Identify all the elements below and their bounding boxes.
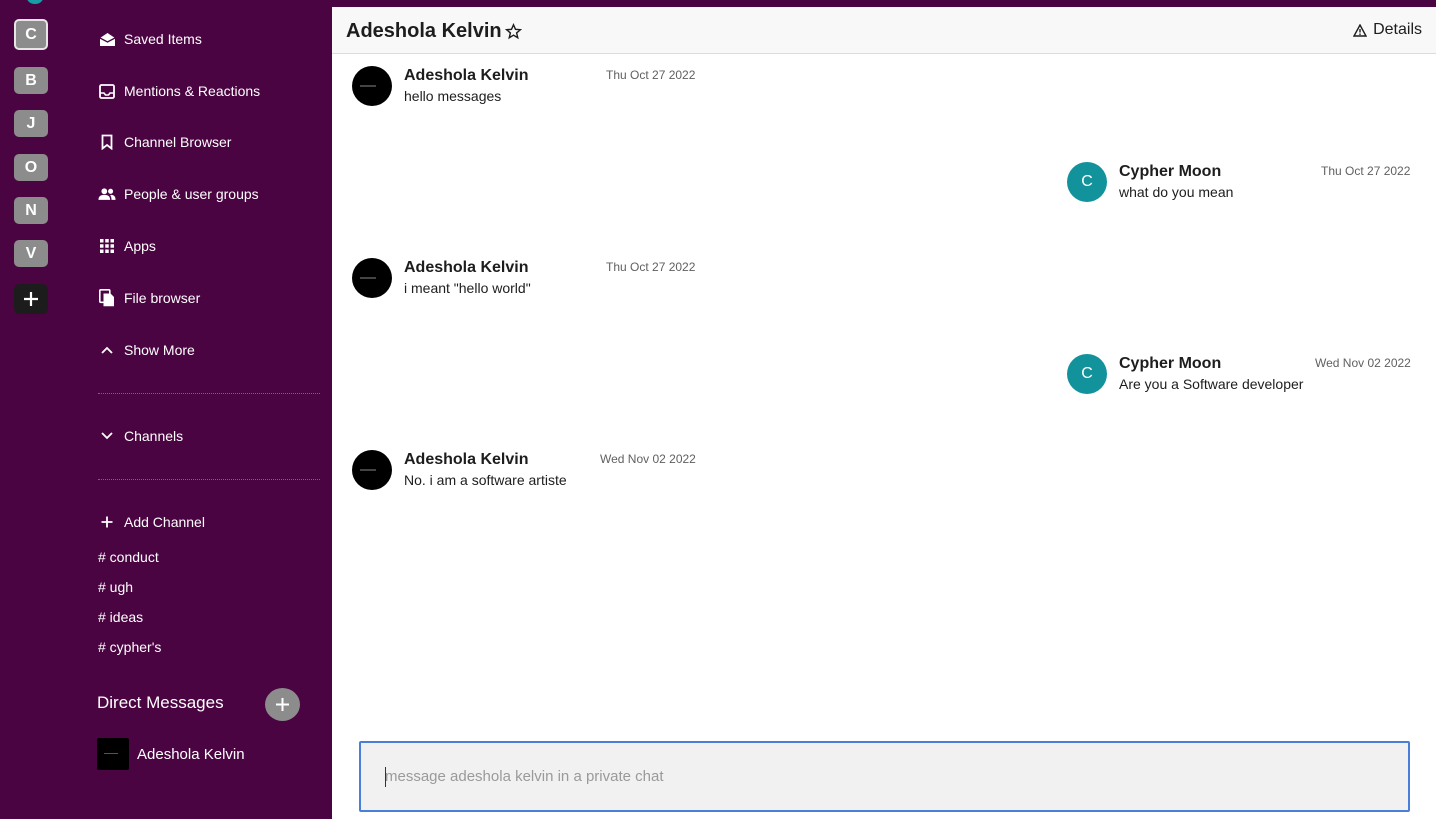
- text-caret: [385, 767, 386, 787]
- add-workspace-button[interactable]: [14, 284, 48, 314]
- apps-grid-icon: [98, 237, 116, 255]
- message-item: Adeshola Kelvin hello messages Thu Oct 2…: [352, 66, 695, 106]
- message-text: hello messages: [404, 88, 502, 104]
- plus-icon: [276, 698, 289, 711]
- message-timestamp: Thu Oct 27 2022: [1321, 164, 1411, 178]
- avatar: [352, 450, 392, 490]
- sidebar-item-label: Apps: [124, 238, 156, 254]
- message-item: Adeshola Kelvin No. i am a software arti…: [352, 450, 696, 490]
- star-icon[interactable]: [504, 23, 522, 40]
- workspace-v[interactable]: V: [14, 240, 48, 267]
- direct-messages-heading: Direct Messages: [97, 693, 224, 712]
- message-author: Cypher Moon: [1119, 355, 1222, 372]
- message-body: Cypher Moon what do you mean Thu Oct 27 …: [1119, 162, 1410, 200]
- message-body: Adeshola Kelvin hello messages Thu Oct 2…: [404, 66, 695, 104]
- workspace-indicator: [27, 0, 43, 4]
- workspace-c[interactable]: C: [14, 19, 48, 50]
- page-title: Adeshola Kelvin: [346, 20, 522, 43]
- add-direct-message-button[interactable]: [265, 688, 300, 721]
- message-timestamp: Wed Nov 02 2022: [1315, 356, 1411, 370]
- workspace-b[interactable]: B: [14, 67, 48, 94]
- sidebar-item-mentions[interactable]: Mentions & Reactions: [98, 79, 260, 103]
- sidebar-divider: [98, 479, 320, 480]
- chevron-up-icon: [98, 341, 116, 359]
- avatar: [352, 258, 392, 298]
- channel-conduct[interactable]: # conduct: [98, 549, 159, 565]
- message-body: Adeshola Kelvin No. i am a software arti…: [404, 450, 696, 488]
- message-item: Adeshola Kelvin i meant "hello world" Th…: [352, 258, 695, 298]
- sidebar-item-label: People & user groups: [124, 186, 259, 202]
- sidebar-divider: [98, 393, 320, 394]
- message-text: i meant "hello world": [404, 280, 531, 296]
- avatar: C: [1067, 162, 1107, 202]
- dm-item-adeshola-kelvin[interactable]: Adeshola Kelvin: [97, 738, 245, 770]
- message-timestamp: Wed Nov 02 2022: [600, 452, 696, 466]
- chat-title: Adeshola Kelvin: [346, 20, 502, 42]
- sidebar-item-channel-browser[interactable]: Channel Browser: [98, 130, 231, 154]
- channel-cyphers[interactable]: # cypher's: [98, 639, 161, 655]
- message-timestamp: Thu Oct 27 2022: [606, 68, 696, 82]
- dm-user-name: Adeshola Kelvin: [137, 745, 245, 763]
- envelope-open-icon: [98, 30, 116, 48]
- workspace-o[interactable]: O: [14, 154, 48, 181]
- inbox-icon: [98, 82, 116, 100]
- show-more-toggle[interactable]: Show More: [98, 338, 195, 362]
- details-label: Details: [1373, 21, 1422, 38]
- add-channel-button[interactable]: Add Channel: [98, 510, 205, 534]
- message-text: Are you a Software developer: [1119, 376, 1304, 392]
- message-author: Adeshola Kelvin: [404, 259, 529, 276]
- chat-header: Adeshola Kelvin Details: [332, 7, 1436, 54]
- sidebar-item-label: Saved Items: [124, 31, 202, 47]
- workspace-n[interactable]: N: [14, 197, 48, 224]
- avatar: [97, 738, 129, 770]
- add-channel-label: Add Channel: [124, 514, 205, 530]
- sidebar-item-label: Show More: [124, 342, 195, 358]
- message-author: Cypher Moon: [1119, 163, 1222, 180]
- plus-icon: [24, 292, 38, 306]
- top-strip: [332, 0, 1436, 7]
- channel-ugh[interactable]: # ugh: [98, 579, 133, 595]
- details-button[interactable]: Details: [1353, 21, 1422, 39]
- sidebar: Saved Items Mentions & Reactions Channel…: [62, 0, 332, 819]
- message-composer[interactable]: [359, 741, 1410, 812]
- message-input[interactable]: [385, 768, 1285, 785]
- bookmark-icon: [98, 133, 116, 151]
- message-author: Adeshola Kelvin: [404, 451, 529, 468]
- plus-icon: [98, 513, 116, 531]
- sidebar-item-saved-items[interactable]: Saved Items: [98, 27, 202, 51]
- sidebar-item-apps[interactable]: Apps: [98, 234, 156, 258]
- message-author: Adeshola Kelvin: [404, 67, 529, 84]
- workspace-rail: C B J O N V: [0, 0, 62, 819]
- chevron-down-icon: [98, 427, 116, 445]
- sidebar-item-label: File browser: [124, 290, 201, 306]
- message-timestamp: Thu Oct 27 2022: [606, 260, 696, 274]
- message-text: what do you mean: [1119, 184, 1234, 200]
- channels-toggle[interactable]: Channels: [98, 424, 183, 448]
- message-body: Adeshola Kelvin i meant "hello world" Th…: [404, 258, 695, 296]
- warning-icon: [1353, 23, 1368, 37]
- sidebar-item-label: Mentions & Reactions: [124, 83, 261, 99]
- message-text: No. i am a software artiste: [404, 472, 567, 488]
- message-item: C Cypher Moon what do you mean Thu Oct 2…: [1067, 162, 1410, 202]
- avatar: C: [1067, 354, 1107, 394]
- sidebar-item-people[interactable]: People & user groups: [98, 182, 259, 206]
- file-copy-icon: [98, 289, 116, 307]
- sidebar-item-file-browser[interactable]: File browser: [98, 286, 200, 310]
- message-item: C Cypher Moon Are you a Software develop…: [1067, 354, 1411, 394]
- channel-ideas[interactable]: # ideas: [98, 609, 143, 625]
- message-body: Cypher Moon Are you a Software developer…: [1119, 354, 1411, 392]
- channels-toggle-label: Channels: [124, 428, 184, 444]
- avatar: [352, 66, 392, 106]
- sidebar-item-label: Channel Browser: [124, 134, 232, 150]
- workspace-j[interactable]: J: [14, 110, 48, 137]
- people-icon: [98, 185, 116, 203]
